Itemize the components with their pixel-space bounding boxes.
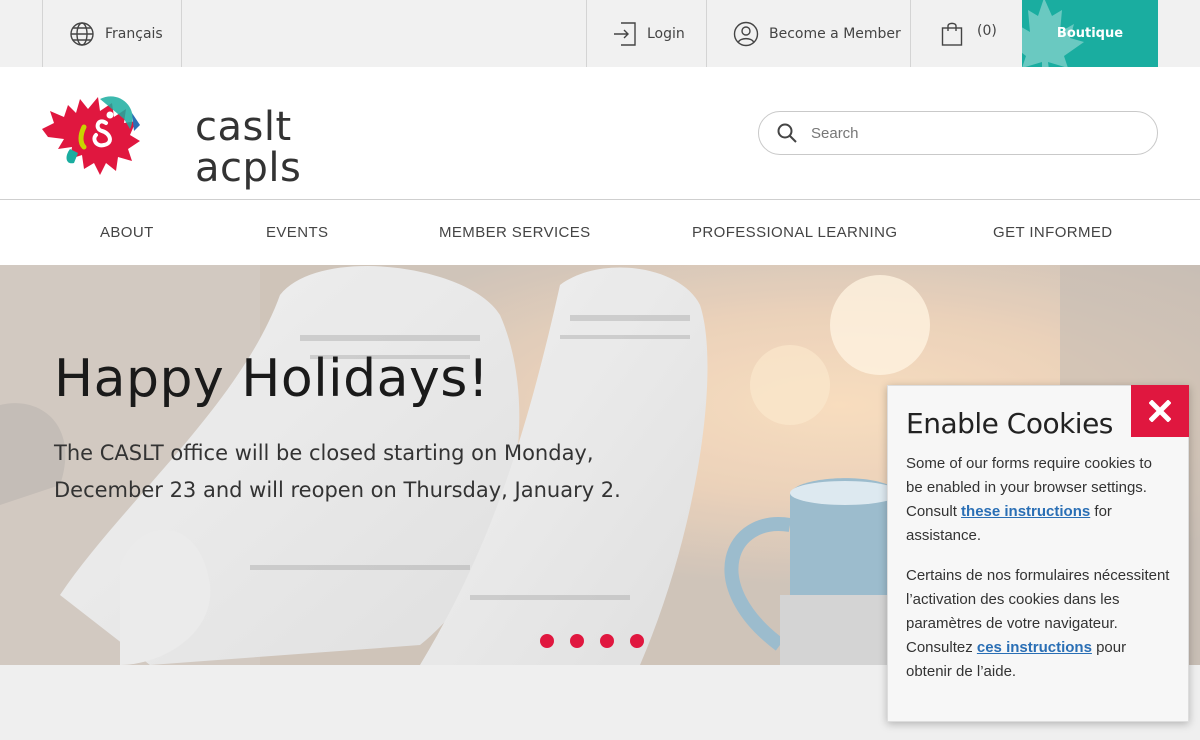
main-navigation: ABOUT EVENTS MEMBER SERVICES PROFESSIONA… (0, 200, 1200, 265)
member-label: Become a Member (769, 25, 901, 42)
hero-title: Happy Holidays! (54, 349, 490, 409)
logo-line-1: caslt (195, 104, 292, 150)
boutique-label: Boutique (1056, 26, 1124, 41)
logo-line-2: acpls (195, 145, 302, 191)
become-member-link[interactable]: Become a Member (706, 0, 911, 67)
slider-dot-1[interactable] (540, 634, 554, 648)
globe-icon (70, 21, 94, 46)
shopping-bag-icon (941, 22, 963, 46)
login-icon (614, 21, 636, 46)
search-input[interactable] (811, 124, 1131, 142)
nav-item-about[interactable]: ABOUT (100, 200, 154, 265)
user-icon (733, 21, 759, 46)
login-link[interactable]: Login (586, 0, 707, 67)
language-label: Français (105, 25, 163, 42)
cookie-text-en: Some of our forms require cookies to be … (906, 452, 1170, 548)
cookie-notice: Enable Cookies Some of our forms require… (887, 385, 1189, 722)
site-header: caslt acpls (0, 67, 1200, 200)
login-label: Login (647, 25, 685, 42)
nav-item-member-services[interactable]: MEMBER SERVICES (439, 200, 591, 265)
caslt-logo-mark-icon (42, 96, 140, 175)
close-icon (1149, 400, 1171, 422)
search-icon[interactable] (777, 123, 797, 143)
cart-link[interactable]: (0) (910, 0, 1023, 67)
cookie-instructions-link-en[interactable]: these instructions (961, 503, 1090, 520)
cookie-text-fr: Certains de nos formulaires nécessitent … (906, 564, 1170, 684)
language-switch[interactable]: Français (42, 0, 182, 67)
cookie-instructions-link-fr[interactable]: ces instructions (977, 639, 1092, 656)
nav-item-events[interactable]: EVENTS (266, 200, 328, 265)
slider-dot-2[interactable] (570, 634, 584, 648)
slider-dots (540, 634, 644, 648)
boutique-button[interactable]: Boutique (1022, 0, 1158, 67)
cookie-close-button[interactable] (1131, 385, 1189, 437)
slider-dot-3[interactable] (600, 634, 614, 648)
hero-text: The CASLT office will be closed starting… (54, 441, 621, 502)
nav-item-get-informed[interactable]: GET INFORMED (993, 200, 1113, 265)
logo-wordmark: caslt acpls (195, 107, 301, 189)
site-logo[interactable]: caslt acpls (40, 89, 301, 189)
slider-dot-4[interactable] (630, 634, 644, 648)
top-utility-bar: Français Login Become a Member (0) Bouti… (0, 0, 1200, 67)
nav-item-professional-learning[interactable]: PROFESSIONAL LEARNING (692, 200, 897, 265)
search-box[interactable] (758, 111, 1158, 155)
cart-count: (0) (977, 22, 997, 39)
